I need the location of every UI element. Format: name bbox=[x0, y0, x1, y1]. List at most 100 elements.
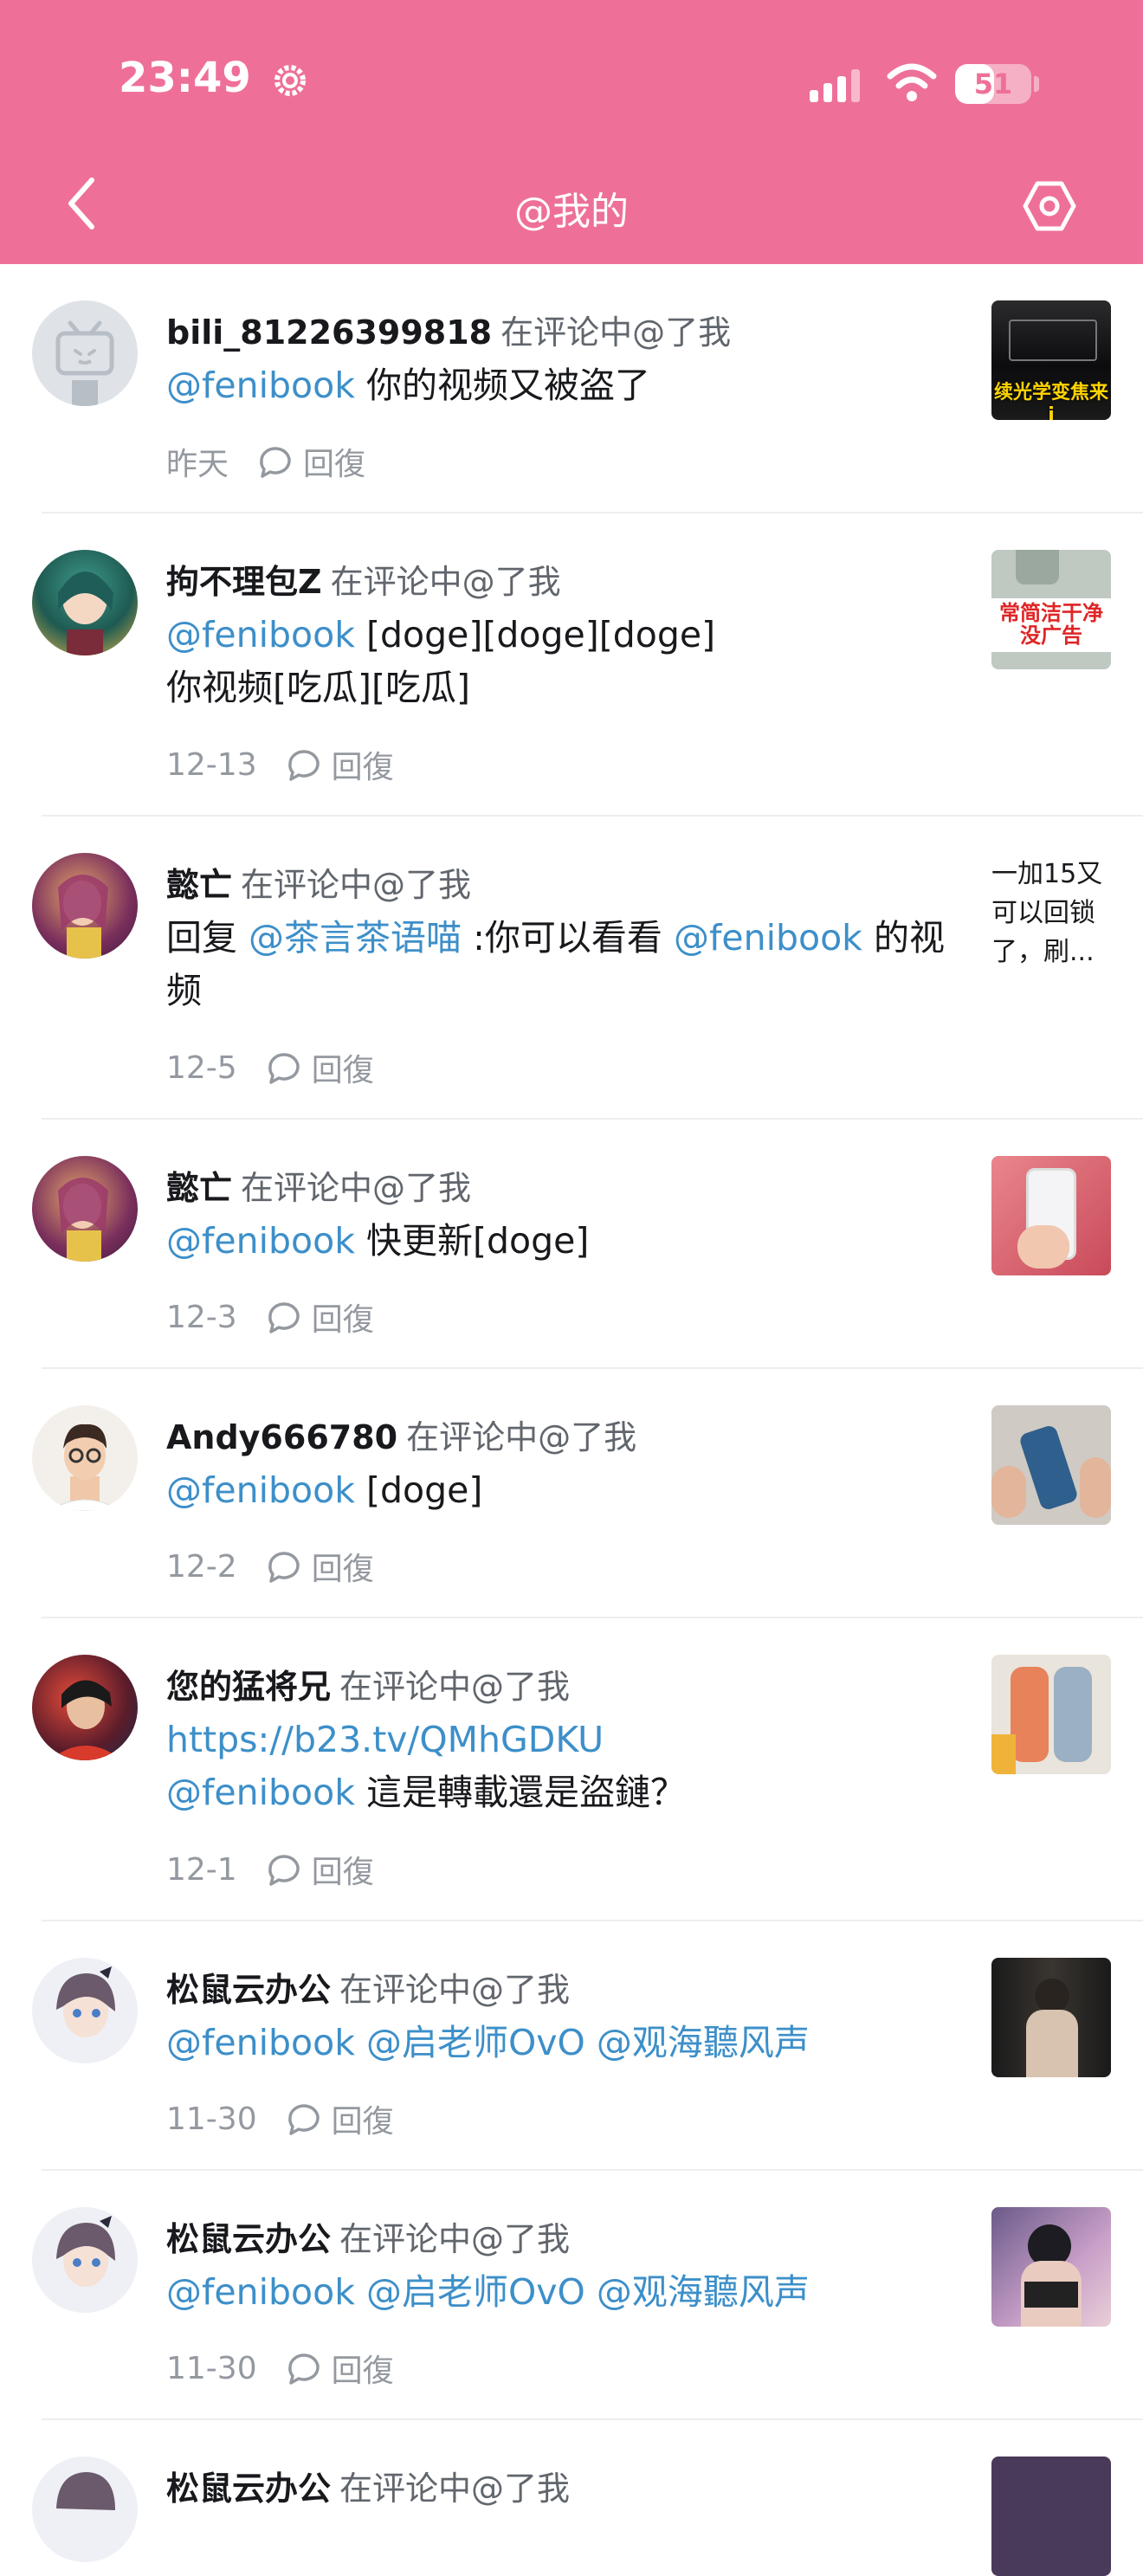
avatar[interactable] bbox=[32, 300, 138, 406]
reply-button[interactable]: 回復 bbox=[256, 439, 365, 484]
comment-bubble-icon bbox=[268, 1552, 300, 1583]
mention-item[interactable]: 拘不理包Z 在评论中@了我 @fenibook [doge][doge][doge… bbox=[0, 513, 1143, 817]
reply-label: 回復 bbox=[331, 2104, 394, 2140]
username[interactable]: 您的猛将兄 bbox=[166, 1668, 331, 1706]
settings-icon[interactable] bbox=[1022, 178, 1077, 234]
date-label: 12-1 bbox=[166, 1851, 237, 1888]
mention-item[interactable]: 松鼠云办公 在评论中@了我 bbox=[0, 2420, 1143, 2576]
video-thumbnail[interactable]: 续光学变焦来i bbox=[991, 300, 1111, 420]
video-thumbnail[interactable] bbox=[991, 1655, 1111, 1774]
mention-link[interactable]: @fenibook bbox=[166, 1220, 355, 1262]
item-meta: 12-5 回復 bbox=[166, 1045, 374, 1090]
avatar-art bbox=[58, 875, 108, 959]
reply-button[interactable]: 回復 bbox=[265, 1045, 374, 1090]
date-label: 11-30 bbox=[166, 2350, 257, 2386]
item-header: 松鼠云办公 在评论中@了我 bbox=[166, 1963, 570, 2011]
mention-item[interactable]: 松鼠云办公 在评论中@了我 @fenibook @启老师OvO @观海聽风声 11… bbox=[0, 1921, 1143, 2171]
comment-text: @fenibook [doge] bbox=[166, 1464, 963, 1517]
status-time: 23:49 bbox=[119, 54, 251, 102]
avatar-art bbox=[56, 1966, 115, 2037]
action-text: 在评论中@了我 bbox=[406, 1418, 637, 1456]
reply-button[interactable]: 回復 bbox=[285, 2096, 394, 2141]
reply-button[interactable]: 回復 bbox=[285, 742, 394, 787]
avatar-art bbox=[58, 571, 113, 655]
page-title: @我的 bbox=[514, 190, 629, 234]
reply-button[interactable]: 回復 bbox=[285, 2346, 394, 2391]
avatar[interactable] bbox=[32, 853, 138, 959]
item-header: 松鼠云办公 在评论中@了我 bbox=[166, 2462, 570, 2509]
username[interactable]: bili_81226399818 bbox=[166, 313, 492, 352]
mention-link[interactable]: @fenibook bbox=[166, 1772, 355, 1813]
avatar-art bbox=[49, 1680, 122, 1760]
item-meta: 12-1 回復 bbox=[166, 1847, 374, 1892]
username[interactable]: 松鼠云办公 bbox=[166, 1971, 331, 2009]
comment-segment: 回复 bbox=[166, 917, 249, 959]
item-header: 您的猛将兄 在评论中@了我 bbox=[166, 1660, 570, 1708]
mention-item[interactable]: 懿亡 在评论中@了我 回复 @茶言茶语喵 :你可以看看 @fenibook 的视频… bbox=[0, 817, 1143, 1120]
video-thumbnail[interactable]: 常简洁干净 没广告 bbox=[991, 550, 1111, 669]
date-label: 12-3 bbox=[166, 1299, 237, 1335]
username[interactable]: 懿亡 bbox=[166, 866, 232, 904]
mention-link[interactable]: @fenibook @启老师OvO @观海聽风声 bbox=[166, 2271, 810, 2313]
comment-segment: :你可以看看 bbox=[462, 917, 674, 959]
reply-button[interactable]: 回復 bbox=[265, 1544, 374, 1589]
comment-segment: [doge] bbox=[354, 1469, 483, 1511]
mention-item[interactable]: 松鼠云办公 在评论中@了我 @fenibook @启老师OvO @观海聽风声 11… bbox=[0, 2171, 1143, 2420]
video-thumbnail[interactable] bbox=[991, 2207, 1111, 2327]
mention-link[interactable]: @fenibook bbox=[166, 365, 355, 406]
reply-label: 回復 bbox=[311, 1855, 374, 1890]
top-bar: 23:49 51 @我的 bbox=[0, 0, 1143, 264]
action-text: 在评论中@了我 bbox=[339, 2469, 571, 2508]
item-meta: 12-2 回復 bbox=[166, 1544, 374, 1589]
date-label: 12-5 bbox=[166, 1049, 237, 1086]
video-thumbnail[interactable] bbox=[991, 1156, 1111, 1275]
comment-segment: [doge][doge][doge] bbox=[354, 614, 716, 655]
default-avatar-icon bbox=[55, 320, 114, 406]
mention-link[interactable]: @fenibook bbox=[674, 917, 862, 959]
username[interactable]: Andy666780 bbox=[166, 1418, 397, 1456]
source-comment-preview[interactable]: 一加15又可以回锁了，刷... bbox=[991, 855, 1121, 972]
action-text: 在评论中@了我 bbox=[241, 1169, 472, 1207]
reply-button[interactable]: 回復 bbox=[265, 1847, 374, 1892]
comment-text: 回复 @茶言茶语喵 :你可以看看 @fenibook 的视频 bbox=[166, 912, 963, 1017]
reply-button[interactable]: 回復 bbox=[265, 1294, 374, 1340]
thumbnail-caption: 续光学变焦来i bbox=[993, 382, 1108, 420]
mention-item[interactable]: Andy666780 在评论中@了我 @fenibook [doge] 12-2 … bbox=[0, 1369, 1143, 1618]
item-meta: 12-3 回復 bbox=[166, 1294, 374, 1340]
mention-item[interactable]: 懿亡 在评论中@了我 @fenibook 快更新[doge] 12-3 回復 bbox=[0, 1120, 1143, 1369]
username[interactable]: 拘不理包Z bbox=[166, 563, 322, 601]
battery-level: 51 bbox=[973, 68, 1013, 100]
avatar[interactable] bbox=[32, 2457, 138, 2562]
comment-text: @fenibook 快更新[doge] bbox=[166, 1215, 963, 1268]
video-thumbnail[interactable] bbox=[991, 1405, 1111, 1525]
mention-link[interactable]: @fenibook bbox=[166, 614, 355, 655]
mention-link[interactable]: @fenibook @启老师OvO @观海聽风声 bbox=[166, 2022, 810, 2063]
reply-label: 回復 bbox=[311, 1552, 374, 1587]
video-thumbnail[interactable] bbox=[991, 2457, 1111, 2576]
avatar-art bbox=[48, 1424, 121, 1511]
username[interactable]: 松鼠云办公 bbox=[166, 2220, 331, 2258]
username[interactable]: 懿亡 bbox=[166, 1169, 232, 1207]
avatar[interactable] bbox=[32, 1405, 138, 1511]
mention-link[interactable]: @茶言茶语喵 bbox=[249, 917, 462, 959]
item-header: 松鼠云办公 在评论中@了我 bbox=[166, 2212, 570, 2260]
avatar-art bbox=[56, 2216, 115, 2287]
mention-link[interactable]: https://b23.tv/QMhGDKU bbox=[166, 1719, 604, 1760]
avatar[interactable] bbox=[32, 1156, 138, 1262]
avatar[interactable] bbox=[32, 550, 138, 655]
thumbnail-caption: 常简洁干净 没广告 bbox=[999, 601, 1103, 648]
action-text: 在评论中@了我 bbox=[339, 2220, 571, 2258]
date-label: 11-30 bbox=[166, 2101, 257, 2137]
comment-bubble-icon bbox=[268, 1302, 300, 1333]
mention-item[interactable]: bili_81226399818 在评论中@了我 @fenibook 你的视频又被… bbox=[0, 264, 1143, 513]
mention-item[interactable]: 您的猛将兄 在评论中@了我 https://b23.tv/QMhGDKU @feni… bbox=[0, 1618, 1143, 1921]
avatar[interactable] bbox=[32, 1958, 138, 2063]
avatar[interactable] bbox=[32, 1655, 138, 1760]
mention-link[interactable]: @fenibook bbox=[166, 1469, 355, 1511]
video-thumbnail[interactable] bbox=[991, 1958, 1111, 2077]
action-text: 在评论中@了我 bbox=[330, 563, 561, 601]
avatar[interactable] bbox=[32, 2207, 138, 2313]
username[interactable]: 松鼠云办公 bbox=[166, 2469, 331, 2508]
comment-bubble-icon bbox=[287, 750, 320, 781]
item-meta: 11-30 回復 bbox=[166, 2096, 394, 2141]
